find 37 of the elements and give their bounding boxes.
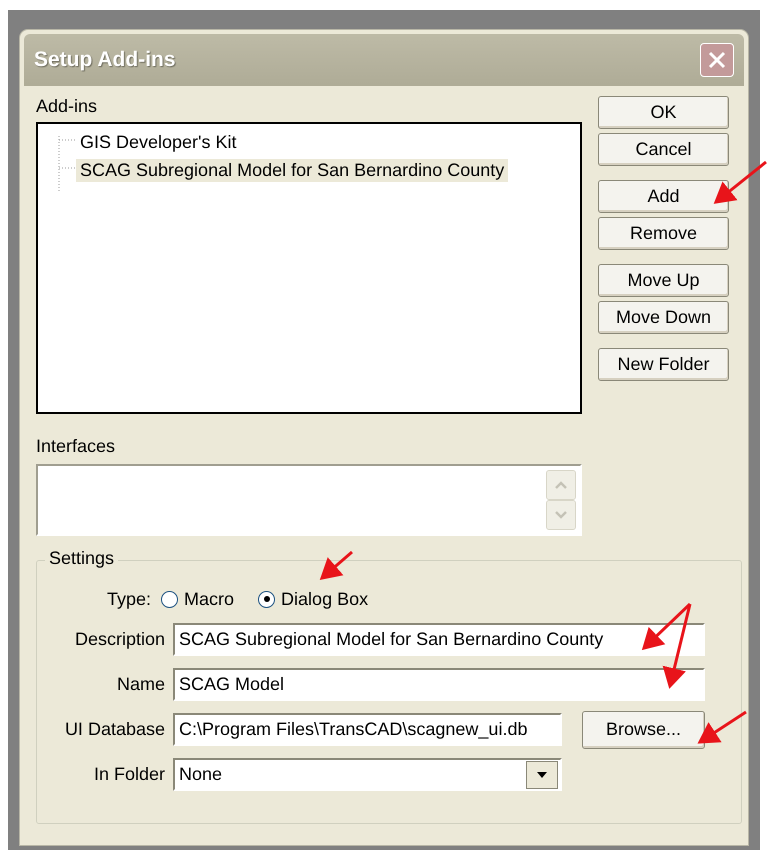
close-icon xyxy=(706,49,728,71)
dialog-button[interactable]: OK xyxy=(598,96,729,129)
dialog-button[interactable]: Remove xyxy=(598,217,729,250)
tree-lines xyxy=(58,136,75,192)
field-label: Name xyxy=(116,674,166,695)
dropdown-value: None xyxy=(179,764,222,785)
list-label: Add-ins xyxy=(36,95,98,118)
field-label: Description xyxy=(74,629,166,650)
add-ins-list[interactable]: GIS Developer's Kit SCAG Subregional Model for San Bernardino County xyxy=(36,122,582,414)
group-label: Settings xyxy=(45,548,118,569)
list-item[interactable]: SCAG Subregional Model for San Bernardino County xyxy=(76,158,508,182)
input-field[interactable]: SCAG Subregional Model for San Bernardino County xyxy=(173,623,705,656)
list-label: Interfaces xyxy=(36,435,116,458)
chevron-up-icon xyxy=(554,480,568,490)
field-label: Type: xyxy=(107,588,152,610)
input-field[interactable]: SCAG Model xyxy=(173,668,705,701)
annotation-arrow xyxy=(697,710,747,744)
annotation-arrow xyxy=(714,160,767,204)
field-label: In Folder xyxy=(92,764,166,785)
annotation-arrow xyxy=(320,550,353,580)
interfaces-list[interactable] xyxy=(36,464,582,536)
scroll-down-button[interactable] xyxy=(546,500,576,530)
dropdown[interactable]: None xyxy=(173,758,562,791)
dialog-button[interactable]: Move Up xyxy=(598,264,729,297)
window-title: Setup Add-ins xyxy=(34,48,176,72)
list-item[interactable]: GIS Developer's Kit xyxy=(76,130,240,154)
dialog-button[interactable]: New Folder xyxy=(598,348,729,381)
radio-button[interactable]: Dialog Box xyxy=(258,588,368,610)
input-field[interactable]: C:\Program Files\TransCAD\scagnew_ui.db xyxy=(173,713,562,746)
browse-button[interactable]: Browse... xyxy=(582,710,705,748)
field-label: UI Database xyxy=(64,719,166,740)
dialog-button[interactable]: Cancel xyxy=(598,133,729,166)
chevron-down-icon xyxy=(554,510,568,520)
scroll-up-button[interactable] xyxy=(546,470,576,500)
radio-button[interactable]: Macro xyxy=(161,588,234,610)
dialog-button[interactable]: Move Down xyxy=(598,301,729,334)
dialog-button[interactable]: Add xyxy=(598,180,729,213)
